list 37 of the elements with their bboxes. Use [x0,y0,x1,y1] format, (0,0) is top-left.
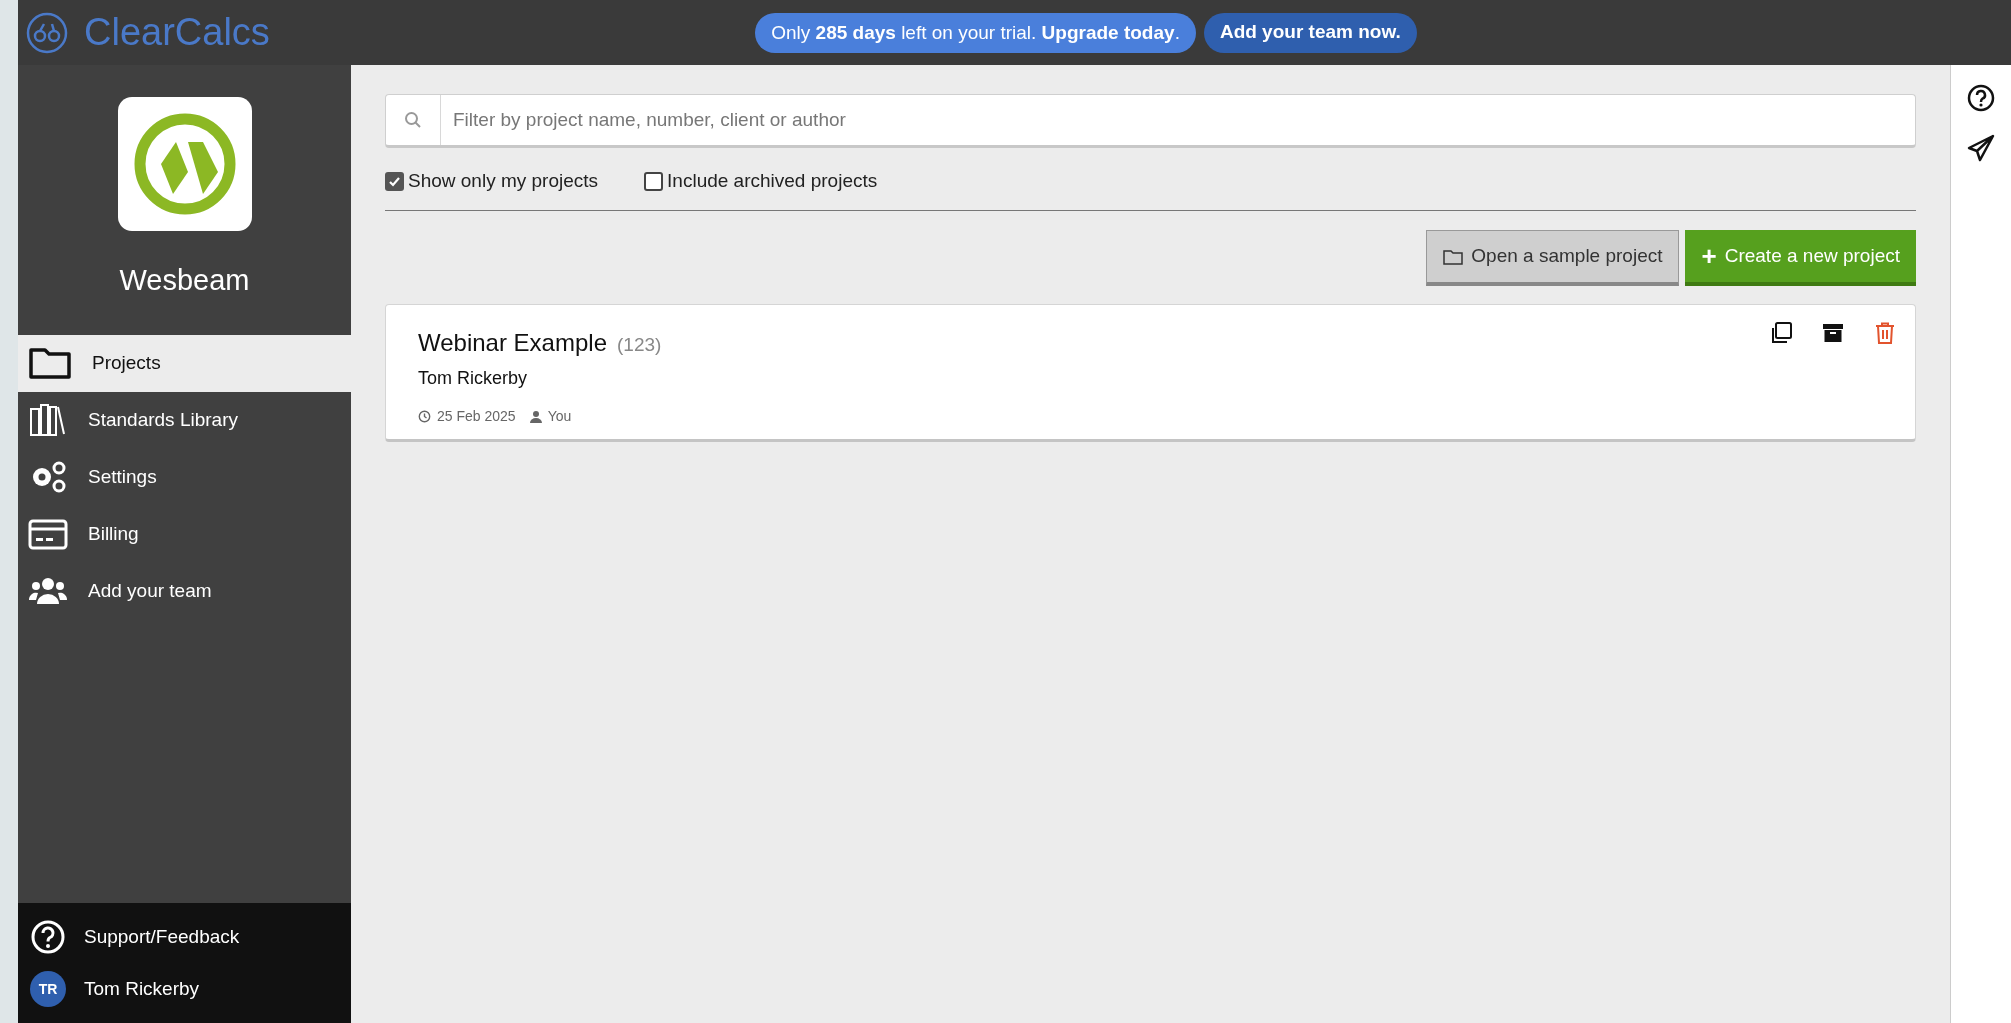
sidebar-item[interactable]: Add your team [18,562,351,620]
clock-icon [418,410,431,423]
user-icon [529,410,542,423]
checkbox-label[interactable]: Include archived projects [667,166,878,196]
user-avatar: TR [30,971,66,1007]
app-name: ClearCalcs [84,10,270,55]
copy-icon[interactable] [1769,321,1793,345]
trial-banner[interactable]: Only 285 days left on your trial. Upgrade today. [755,12,1196,53]
sidebar-item[interactable]: Settings [18,448,351,506]
project-number: (123) [617,333,662,357]
folder-icon [28,346,72,380]
support-link[interactable]: Support/Feedback [18,911,351,963]
project-title: Webinar Example [418,328,607,358]
books-icon [28,403,68,437]
add-team-button[interactable]: Add your team now. [1203,12,1417,53]
logo-icon [26,11,68,54]
project-author: Tom Rickerby [418,367,529,390]
sidebar-item[interactable]: Billing [18,505,351,563]
open-sample-button[interactable]: Open a sample project [1426,230,1680,286]
checkbox[interactable] [644,171,664,191]
project-date: 25 Feb 2025 [437,407,516,426]
archive-icon[interactable] [1821,321,1845,345]
project-owner: You [547,407,572,426]
help-icon[interactable] [1966,83,1996,113]
folder-icon [1443,248,1464,265]
company-name: Wesbeam [119,263,250,298]
paper-plane-icon[interactable] [1966,133,1996,163]
checkbox[interactable] [385,171,404,191]
project-card[interactable]: Webinar Example (123) Tom Rickerby 25 Feb 2025 You [385,304,1916,442]
sidebar-item[interactable]: Projects [18,334,351,392]
card-icon [28,517,68,551]
checkbox-label[interactable]: Show only my projects [408,166,599,196]
trash-icon[interactable] [1873,321,1897,345]
help-icon [30,919,66,955]
sidebar-item[interactable]: Standards Library [18,391,351,449]
search-icon [404,111,422,129]
user-menu[interactable]: TR Tom Rickerby [18,963,351,1015]
